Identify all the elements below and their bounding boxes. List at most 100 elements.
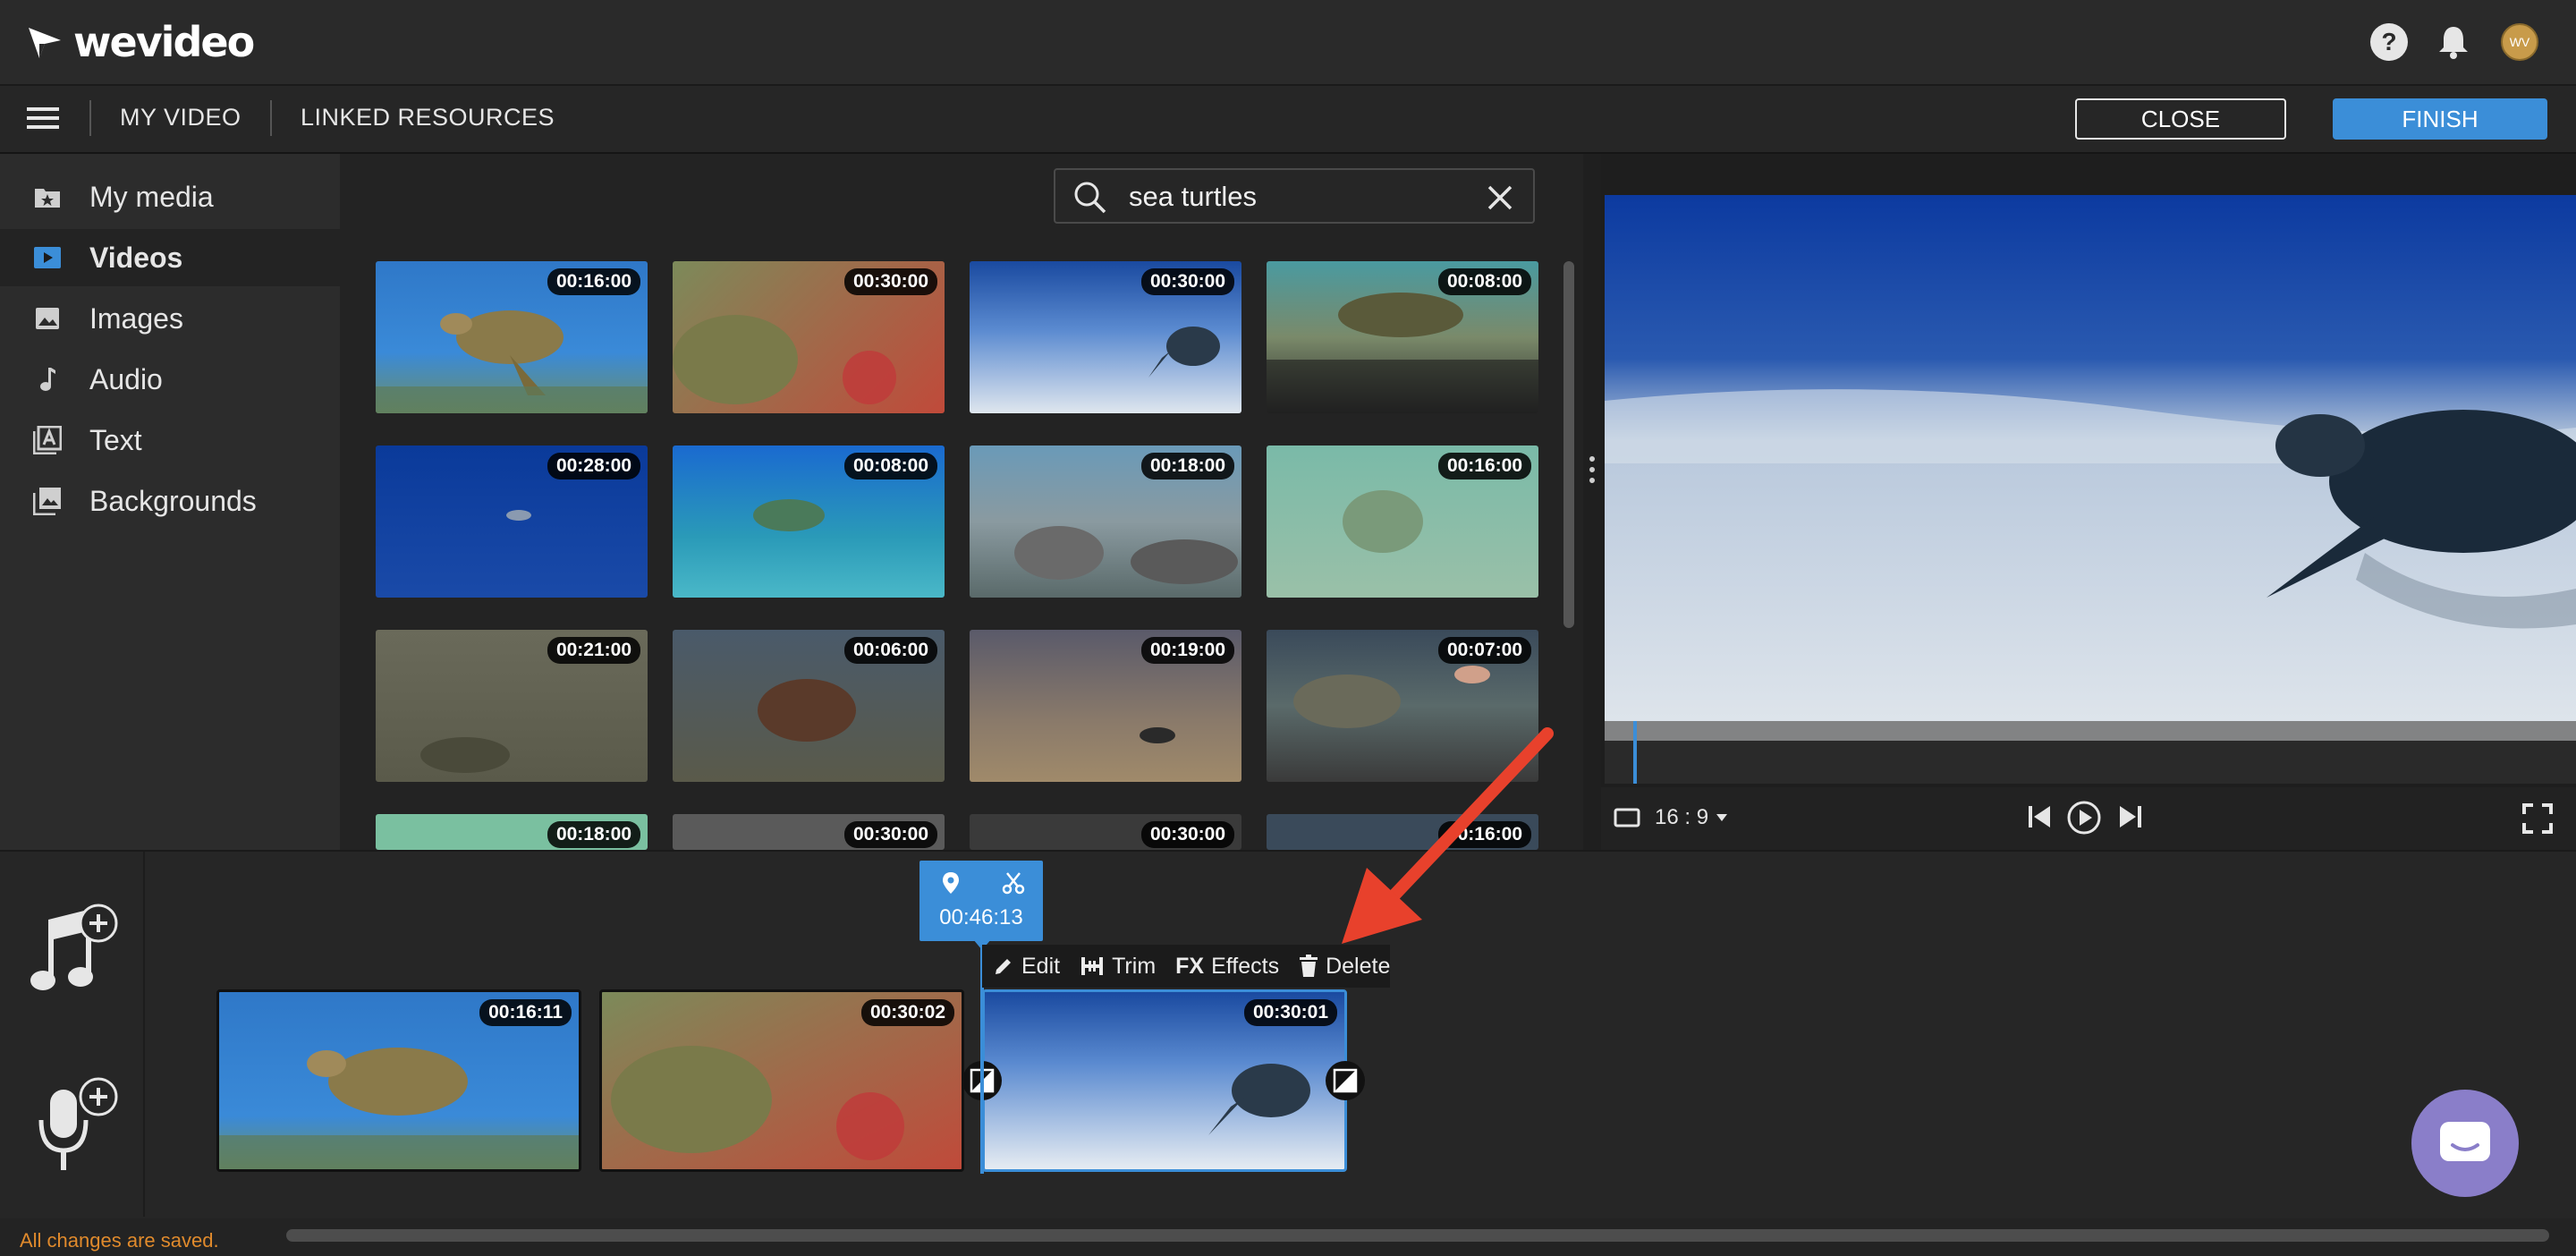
sidebar-item-label: Audio	[89, 362, 163, 395]
edit-button[interactable]: Edit	[993, 954, 1060, 980]
logo-mark-icon	[29, 28, 61, 58]
sidebar-item-backgrounds[interactable]: Backgrounds	[0, 472, 340, 530]
duration-badge: 00:21:00	[547, 637, 640, 664]
annotation-arrow	[1342, 727, 1554, 944]
help-icon[interactable]: ?	[2370, 23, 2408, 61]
search-icon	[1074, 182, 1106, 214]
video-thumbnail[interactable]: 00:28:00	[376, 446, 648, 598]
duration-badge: 00:28:00	[547, 453, 640, 479]
trim-icon	[1081, 957, 1104, 975]
backgrounds-icon	[32, 486, 63, 516]
effects-button[interactable]: FX Effects	[1175, 954, 1279, 980]
sidebar-item-label: Backgrounds	[89, 484, 257, 517]
sidebar-item-images[interactable]: Images	[0, 290, 340, 347]
media-scrollbar[interactable]	[1563, 261, 1574, 628]
sidebar-item-my-media[interactable]: My media	[0, 168, 340, 225]
split-scissors-icon[interactable]	[1002, 871, 1025, 895]
duration-badge: 00:16:11	[479, 999, 572, 1026]
fx-icon: FX	[1175, 953, 1205, 979]
video-thumbnail[interactable]: 00:18:00	[970, 446, 1241, 598]
preview-controls: 16 : 9	[1601, 787, 2576, 850]
sidebar-item-label: Text	[89, 423, 142, 456]
save-status: All changes are saved.	[20, 1229, 219, 1252]
hamburger-menu-icon[interactable]	[27, 106, 59, 135]
timeline-clip-selected[interactable]: 00:30:01	[982, 989, 1347, 1172]
sidebar-item-videos[interactable]: Videos	[0, 229, 340, 286]
pencil-icon	[996, 959, 1011, 974]
nav-divider	[270, 100, 272, 136]
add-voiceover-icon[interactable]	[38, 1077, 123, 1175]
finish-button[interactable]: FINISH	[2333, 98, 2547, 140]
tab-my-video[interactable]: MY VIDEO	[120, 104, 242, 132]
fullscreen-icon[interactable]	[2522, 803, 2553, 834]
music-note-icon	[32, 364, 63, 395]
text-icon	[32, 425, 63, 455]
video-thumbnail[interactable]: 00:06:00	[673, 630, 945, 782]
wevideo-logo[interactable]: wevideo	[27, 18, 255, 66]
chevron-down-icon	[1716, 814, 1728, 821]
chat-support-button[interactable]	[2411, 1090, 2519, 1197]
sidebar-item-label: My media	[89, 180, 214, 213]
preview-scrub-head[interactable]	[1633, 721, 1637, 784]
panel-splitter[interactable]	[1583, 154, 1601, 850]
playhead-time: 00:46:13	[939, 905, 1023, 929]
timeline-scrollbar[interactable]	[286, 1229, 2549, 1242]
aspect-ratio-select[interactable]: 16 : 9	[1655, 805, 1728, 830]
video-thumbnail[interactable]: 00:16:00	[376, 261, 648, 413]
transition-button[interactable]	[1326, 1061, 1365, 1100]
sidebar-item-audio[interactable]: Audio	[0, 351, 340, 408]
clear-search-icon[interactable]	[1487, 184, 1513, 211]
trash-icon	[1300, 955, 1318, 977]
play-icon[interactable]	[2066, 800, 2102, 836]
duration-badge: 00:08:00	[1437, 268, 1531, 295]
duration-badge: 00:30:00	[843, 268, 937, 295]
trim-label: Trim	[1112, 953, 1157, 979]
video-thumbnail[interactable]: 00:08:00	[673, 446, 945, 598]
editor-nav-bar: MY VIDEO LINKED RESOURCES CLOSE FINISH	[0, 86, 2576, 154]
duration-badge: 00:30:00	[843, 821, 937, 848]
media-sidebar: My media Videos Images Audio Text Backgr…	[0, 154, 340, 850]
trim-button[interactable]: Trim	[1080, 954, 1156, 980]
duration-badge: 00:30:00	[1140, 268, 1234, 295]
close-button[interactable]: CLOSE	[2075, 98, 2286, 140]
preview-video[interactable]	[1605, 195, 2576, 741]
video-thumbnail[interactable]: 00:19:00	[970, 630, 1241, 782]
video-thumbnail[interactable]: 00:30:00	[673, 261, 945, 413]
timeline-clip[interactable]: 00:30:02	[599, 989, 964, 1172]
duration-badge: 00:18:00	[547, 821, 640, 848]
avatar-initials: WV	[2509, 35, 2530, 49]
tab-linked-resources[interactable]: LINKED RESOURCES	[301, 104, 555, 132]
search-input[interactable]	[1127, 179, 1453, 215]
timeline-clip[interactable]: 00:16:11	[216, 989, 581, 1172]
search-box	[1054, 168, 1535, 224]
video-thumbnail[interactable]: 00:30:00	[970, 261, 1241, 413]
video-thumbnail[interactable]: 00:18:00	[376, 814, 648, 850]
video-thumbnail[interactable]: 00:08:00	[1267, 261, 1538, 413]
duration-badge: 00:30:01	[1243, 999, 1337, 1026]
playhead-marker[interactable]: 00:46:13	[919, 861, 1043, 941]
logo-wordmark: wevideo	[73, 18, 255, 66]
sea-turtle-preview-image	[1605, 195, 2576, 741]
user-avatar[interactable]: WV	[2501, 23, 2538, 61]
video-thumbnail[interactable]: 00:30:00	[970, 814, 1241, 850]
skip-back-icon[interactable]	[2027, 803, 2052, 830]
preview-scrub-track	[1605, 741, 2576, 784]
video-thumbnail[interactable]: 00:16:00	[1267, 446, 1538, 598]
preview-scrub-bar[interactable]	[1605, 721, 2576, 741]
sidebar-item-text[interactable]: Text	[0, 412, 340, 469]
chat-icon	[2440, 1122, 2490, 1161]
star-folder-icon	[32, 182, 63, 212]
sidebar-item-label: Videos	[89, 241, 183, 274]
marker-pin-icon[interactable]	[941, 871, 961, 895]
duration-badge: 00:16:00	[1437, 453, 1531, 479]
duration-badge: 00:30:02	[860, 999, 954, 1026]
transition-icon	[1333, 1068, 1358, 1093]
sidebar-item-label: Images	[89, 301, 183, 335]
drag-handle-icon	[1589, 456, 1595, 483]
effects-label: Effects	[1211, 953, 1280, 979]
notifications-bell-icon[interactable]	[2435, 23, 2472, 61]
video-thumbnail[interactable]: 00:21:00	[376, 630, 648, 782]
add-music-icon[interactable]	[29, 900, 118, 998]
skip-forward-icon[interactable]	[2118, 803, 2143, 830]
video-thumbnail[interactable]: 00:30:00	[673, 814, 945, 850]
